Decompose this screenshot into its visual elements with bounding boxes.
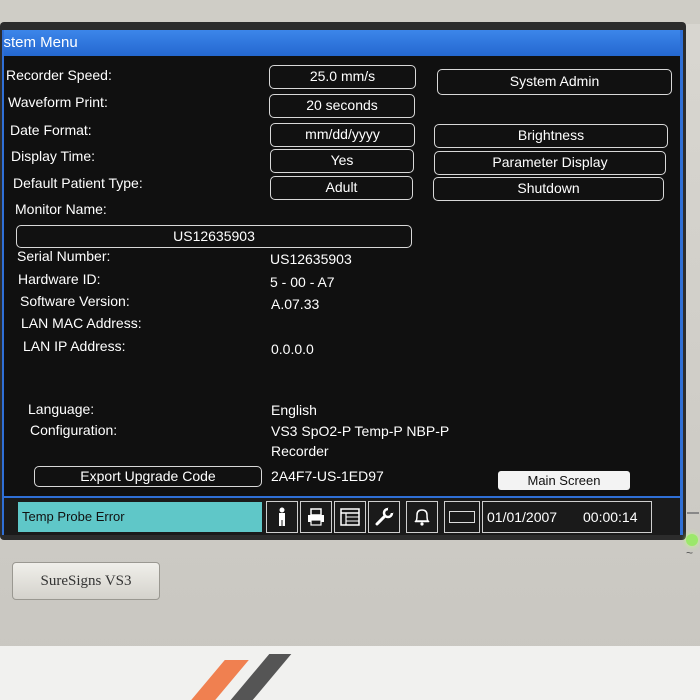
lan-ip-address-value: 0.0.0.0 <box>271 341 314 357</box>
power-led <box>686 534 698 546</box>
patient-icon[interactable] <box>266 501 298 533</box>
bezel-top <box>0 0 700 24</box>
system-admin-button[interactable]: System Admin <box>437 69 672 95</box>
trend-table-icon[interactable] <box>334 501 366 533</box>
window-title: ystem Menu <box>2 34 78 51</box>
lan-ip-address-label: LAN IP Address: <box>23 338 126 354</box>
date-time-display[interactable]: 01/01/2007 00:00:14 <box>482 501 652 533</box>
window-title-bar: ystem Menu <box>4 30 680 56</box>
configuration-value-line2: Recorder <box>271 443 329 459</box>
device-bezel: ystem Menu Recorder Speed: 25.0 mm/s Wav… <box>0 0 700 660</box>
battery-icon <box>444 501 480 533</box>
recorder-speed-button[interactable]: 25.0 mm/s <box>269 65 416 89</box>
software-version-label: Software Version: <box>20 293 130 309</box>
printer-icon[interactable] <box>300 501 332 533</box>
hardware-id-value: 5 - 00 - A7 <box>270 274 335 290</box>
display-time-button[interactable]: Yes <box>270 149 414 173</box>
monitor-name-label: Monitor Name: <box>15 201 107 217</box>
lan-mac-address-label: LAN MAC Address: <box>21 315 142 331</box>
configuration-label: Configuration: <box>30 422 118 438</box>
wrench-icon[interactable] <box>368 501 400 533</box>
language-value: English <box>271 402 317 418</box>
main-screen-button[interactable]: Main Screen <box>498 471 630 490</box>
status-time: 00:00:14 <box>583 509 638 525</box>
monitor-screen: ystem Menu Recorder Speed: 25.0 mm/s Wav… <box>2 30 683 535</box>
device-brand-logo: SureSigns VS3 <box>12 562 160 600</box>
hardware-id-label: Hardware ID: <box>18 271 101 287</box>
waveform-print-button[interactable]: 20 seconds <box>269 94 415 118</box>
side-indicator-mark <box>687 512 699 514</box>
waveform-print-label: Waveform Print: <box>8 94 108 110</box>
status-date: 01/01/2007 <box>487 509 558 525</box>
battery-cell <box>449 511 475 523</box>
date-format-label: Date Format: <box>10 122 92 138</box>
floor-background <box>0 646 700 700</box>
status-bar: Temp Probe Error 01/01/2007 00:00:14 <box>4 496 680 535</box>
monitor-name-field[interactable]: US12635903 <box>16 225 412 248</box>
date-format-button[interactable]: mm/dd/yyyy <box>270 123 415 147</box>
ac-power-icon: ~ <box>686 546 694 560</box>
default-patient-type-button[interactable]: Adult <box>270 176 413 200</box>
software-version-value: A.07.33 <box>271 296 320 312</box>
brightness-button[interactable]: Brightness <box>434 124 668 148</box>
parameter-display-button[interactable]: Parameter Display <box>434 151 666 175</box>
language-label: Language: <box>28 401 95 417</box>
export-upgrade-code-button[interactable]: Export Upgrade Code <box>34 466 262 487</box>
serial-number-value: US12635903 <box>270 251 352 267</box>
shutdown-button[interactable]: Shutdown <box>433 177 664 201</box>
display-time-label: Display Time: <box>11 148 96 164</box>
upgrade-code-value: 2A4F7-US-1ED97 <box>271 468 384 484</box>
serial-number-label: Serial Number: <box>17 248 111 264</box>
recorder-speed-label: Recorder Speed: <box>6 67 112 83</box>
default-patient-type-label: Default Patient Type: <box>13 175 143 191</box>
alarm-message[interactable]: Temp Probe Error <box>18 502 262 532</box>
configuration-value-line1: VS3 SpO2-P Temp-P NBP-P <box>271 423 450 439</box>
alarm-bell-icon[interactable] <box>406 501 438 533</box>
